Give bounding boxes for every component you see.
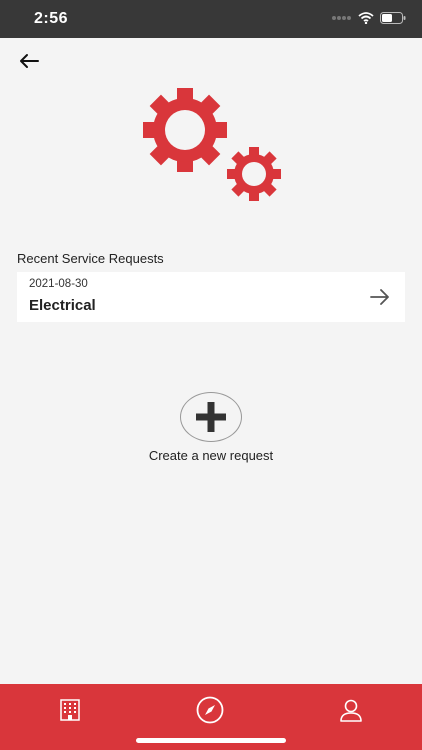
signal-icon: [332, 16, 351, 20]
wifi-icon: [358, 12, 374, 24]
arrow-left-icon: [20, 54, 39, 68]
back-button[interactable]: [14, 48, 44, 74]
compass-icon: [196, 696, 224, 724]
tab-explore[interactable]: [190, 692, 230, 728]
battery-icon: [380, 12, 406, 24]
status-icons: [332, 12, 406, 24]
user-icon: [340, 699, 362, 722]
plus-icon: [196, 402, 226, 432]
request-type: Electrical: [29, 297, 96, 314]
request-item[interactable]: 2021-08-30 Electrical: [17, 272, 405, 322]
status-time: 2:56: [34, 10, 69, 27]
building-icon: [60, 699, 80, 721]
home-indicator: [136, 738, 286, 743]
status-bar: 2:56: [0, 0, 422, 38]
create-request-button[interactable]: [180, 392, 242, 442]
tab-profile[interactable]: [331, 692, 371, 728]
request-date: 2021-08-30: [29, 278, 88, 290]
create-request-label[interactable]: Create a new request: [0, 448, 422, 463]
tab-building[interactable]: [50, 692, 90, 728]
gears-icon: [143, 88, 281, 201]
arrow-right-icon: [370, 289, 389, 305]
tab-bar: [0, 684, 422, 750]
recent-requests-title: Recent Service Requests: [17, 251, 164, 266]
